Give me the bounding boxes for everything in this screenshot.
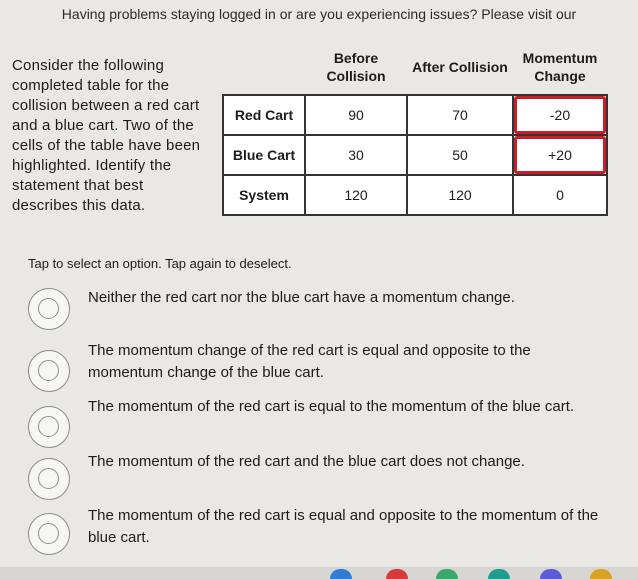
taskbar	[0, 567, 638, 579]
help-banner[interactable]: Having problems staying logged in or are…	[0, 0, 638, 28]
table-header-before: Before Collision	[326, 49, 386, 84]
table-header-empty	[223, 39, 305, 95]
table-row: Red Cart 90 70 -20	[222, 94, 608, 136]
table-cell: 30	[304, 134, 408, 176]
question-text: Consider the following completed table f…	[12, 57, 201, 214]
option-text[interactable]: The momentum of the red cart and the blu…	[88, 451, 608, 473]
option-text[interactable]: The momentum change of the red cart is e…	[88, 340, 608, 384]
table-cell: 90	[304, 94, 408, 136]
highlighted-cell: +20	[512, 134, 608, 176]
play-icon[interactable]	[590, 569, 612, 579]
table-cell: 50	[406, 134, 514, 176]
option-text[interactable]: Neither the red cart nor the blue cart h…	[88, 287, 608, 309]
option-1[interactable]: Neither the red cart nor the blue cart h…	[28, 284, 618, 336]
app-icon[interactable]	[436, 569, 458, 579]
row-label-blue-cart: Blue Cart	[222, 134, 306, 176]
table-row: Blue Cart 30 50 +20	[222, 134, 608, 176]
option-4[interactable]: The momentum of the red cart and the blu…	[28, 453, 618, 507]
row-label-system: System	[222, 174, 306, 216]
instruction-text: Tap to select an option. Tap again to de…	[28, 256, 292, 271]
table-cell: 0	[512, 174, 608, 216]
radio-button[interactable]	[28, 458, 70, 500]
momentum-table: Before Collision After Collision Momentu…	[222, 39, 608, 216]
option-text[interactable]: The momentum of the red cart is equal to…	[88, 396, 608, 418]
app-icon[interactable]	[386, 569, 408, 579]
option-3[interactable]: The momentum of the red cart is equal to…	[28, 396, 618, 448]
app-icon[interactable]	[540, 569, 562, 579]
table-header-momentum-change: Momentum Change	[522, 49, 598, 84]
option-text[interactable]: The momentum of the red cart is equal an…	[88, 505, 608, 549]
table-cell: 70	[406, 94, 514, 136]
highlighted-cell: -20	[512, 94, 608, 136]
mail-icon[interactable]	[488, 569, 510, 579]
row-label-red-cart: Red Cart	[222, 94, 306, 136]
table-cell: 120	[406, 174, 514, 216]
radio-button[interactable]	[28, 288, 70, 330]
radio-button[interactable]	[28, 350, 70, 392]
radio-button[interactable]	[28, 513, 70, 555]
table-header-after: After Collision	[412, 58, 508, 75]
option-2[interactable]: The momentum change of the red cart is e…	[28, 340, 618, 392]
table-row: System 120 120 0	[222, 174, 608, 216]
app-icon[interactable]	[330, 569, 352, 579]
table-cell: 120	[304, 174, 408, 216]
radio-button[interactable]	[28, 406, 70, 448]
option-5[interactable]: The momentum of the red cart is equal an…	[28, 505, 618, 557]
